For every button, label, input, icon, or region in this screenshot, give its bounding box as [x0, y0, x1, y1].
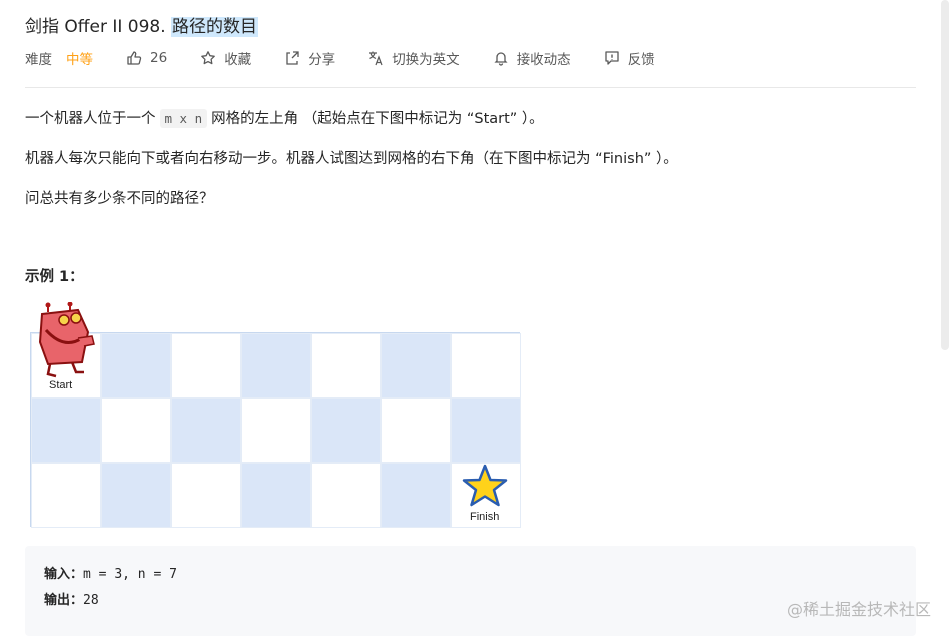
finish-label: Finish [470, 511, 500, 523]
grid-cell [311, 463, 381, 528]
grid-cell [101, 463, 171, 528]
grid-cell [241, 463, 311, 528]
subscribe-button[interactable]: 接收动态 [493, 48, 571, 68]
like-count: 26 [150, 50, 168, 66]
favorite-button[interactable]: 收藏 [200, 48, 251, 68]
share-label: 分享 [308, 52, 336, 68]
description-paragraph-3: 问总共有多少条不同的路径？ [25, 191, 214, 207]
star-icon [201, 51, 216, 65]
feedback-button[interactable]: 反馈 [604, 48, 655, 68]
switch-language-label: 切换为英文 [392, 52, 460, 68]
translate-icon [369, 51, 383, 66]
example-grid-image: Start Finish [30, 302, 522, 529]
example-input: 输入：m = 3, n = 7 [44, 563, 177, 582]
grid-cell [311, 398, 381, 463]
title-prefix: 剑指 Offer II 098. [25, 17, 172, 37]
output-value: 28 [83, 593, 99, 608]
share-button[interactable]: 分享 [284, 48, 335, 68]
feedback-label: 反馈 [627, 52, 655, 68]
thumbs-up-icon [127, 51, 142, 65]
inline-code: m x n [159, 109, 208, 128]
divider [25, 87, 916, 88]
scrollbar[interactable] [941, 0, 949, 350]
grid [30, 332, 521, 528]
start-label: Start [49, 379, 73, 391]
title-highlight: 路径的数目 [171, 17, 259, 37]
input-label: 输入： [44, 567, 84, 582]
grid-cell [171, 333, 241, 398]
favorite-label: 收藏 [224, 52, 252, 68]
grid-cell [31, 398, 101, 463]
grid-cell [381, 463, 451, 528]
switch-language-button[interactable]: 切换为英文 [368, 48, 460, 68]
problem-meta-bar: 难度 中等 26 收藏 分享 切换为英文 接收动态 反馈 [25, 48, 655, 68]
p1-text-before: 一个机器人位于一个 [25, 111, 156, 127]
output-label: 输出： [44, 593, 84, 608]
grid-cell [31, 463, 101, 528]
example-output: 输出：28 [44, 589, 99, 608]
grid-cell [241, 398, 311, 463]
example-title: 示例 1： [25, 269, 84, 285]
grid-cell [171, 463, 241, 528]
difficulty: 难度 中等 [25, 48, 93, 68]
grid-cell [451, 333, 521, 398]
description-paragraph-1: 一个机器人位于一个 m x n 网格的左上角 （起始点在下图中标记为 “Start”… [25, 107, 544, 128]
grid-cell [381, 333, 451, 398]
input-value: m = 3, n = 7 [83, 567, 177, 582]
share-icon [286, 51, 299, 65]
difficulty-label: 难度 [25, 52, 52, 68]
p1-text-after: 网格的左上角 （起始点在下图中标记为 “Start” ）。 [211, 111, 544, 127]
example-io-box: 输入：m = 3, n = 7 输出：28 [25, 546, 916, 636]
grid-cell [241, 333, 311, 398]
feedback-icon [605, 51, 619, 65]
watermark: @稀土掘金技术社区 [786, 600, 931, 619]
grid-cell [381, 398, 451, 463]
like-button[interactable]: 26 [126, 50, 167, 66]
difficulty-badge: 中等 [66, 52, 93, 68]
star-finish-icon [462, 464, 508, 507]
grid-cell [451, 398, 521, 463]
grid-cell [101, 398, 171, 463]
subscribe-label: 接收动态 [516, 52, 571, 68]
bell-icon [494, 52, 508, 66]
grid-cell [171, 398, 241, 463]
description-paragraph-2: 机器人每次只能向下或者向右移动一步。机器人试图达到网格的右下角（在下图中标记为 … [25, 151, 678, 167]
problem-title: 剑指 Offer II 098. 路径的数目 [25, 12, 259, 37]
grid-cell [101, 333, 171, 398]
grid-cell [311, 333, 381, 398]
